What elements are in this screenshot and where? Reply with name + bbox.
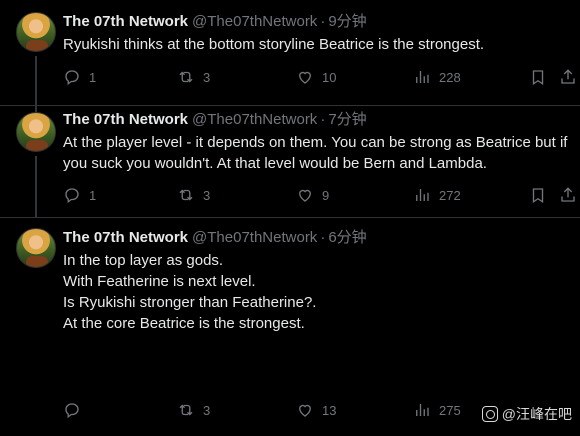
- heart-icon: [299, 189, 311, 202]
- reply-icon: [65, 403, 79, 419]
- like-button[interactable]: 13: [296, 401, 336, 419]
- views-count: 228: [439, 69, 461, 85]
- author-name[interactable]: The 07th Network: [63, 12, 188, 32]
- timestamp[interactable]: 9分钟: [328, 12, 366, 32]
- tweet-paragraph: In the top layer as gods.: [63, 252, 224, 269]
- author-handle[interactable]: @The07thNetwork: [192, 228, 317, 248]
- tweet-text: In the top layer as gods. With Featherin…: [63, 250, 570, 334]
- retweet-button[interactable]: 3: [177, 186, 210, 204]
- action-bar: 1 3 9 272: [63, 186, 580, 206]
- timestamp[interactable]: 7分钟: [328, 110, 366, 130]
- tweet-content: The 07th Network @The07thNetwork · 6分钟 I…: [63, 228, 570, 334]
- thread-line: [35, 156, 37, 218]
- reply-button[interactable]: 1: [63, 68, 96, 86]
- views-icon: [416, 404, 429, 416]
- share-icon: [561, 69, 575, 84]
- avatar[interactable]: [16, 12, 56, 52]
- watermark-text: @汪峰在吧: [501, 406, 572, 422]
- author-handle[interactable]: @The07thNetwork: [192, 12, 317, 32]
- heart-icon: [299, 404, 311, 417]
- tweet-text: At the player level - it depends on them…: [63, 132, 570, 174]
- views-button[interactable]: 272: [413, 186, 461, 204]
- views-icon: [416, 71, 429, 83]
- retweet-count: 3: [203, 187, 211, 203]
- tweet-2[interactable]: The 07th Network @The07thNetwork · 7分钟 A…: [0, 106, 580, 218]
- tweet-content: The 07th Network @The07thNetwork · 7分钟 A…: [63, 110, 570, 174]
- reply-icon: [65, 70, 79, 86]
- share-button[interactable]: [559, 68, 577, 86]
- reply-count: 1: [89, 187, 97, 203]
- tweet-paragraph: Ryukishi thinks at the bottom storyline …: [63, 36, 485, 53]
- tweet-header: The 07th Network @The07thNetwork · 9分钟: [63, 12, 570, 32]
- author-name[interactable]: The 07th Network: [63, 110, 188, 130]
- avatar[interactable]: [16, 228, 56, 268]
- retweet-icon: [179, 189, 193, 201]
- author-name[interactable]: The 07th Network: [63, 228, 188, 248]
- views-count: 272: [439, 187, 461, 203]
- retweet-count: 3: [203, 402, 211, 418]
- timestamp[interactable]: 6分钟: [328, 228, 366, 248]
- like-count: 9: [322, 187, 330, 203]
- tweet-header: The 07th Network @The07thNetwork · 6分钟: [63, 228, 570, 248]
- reply-icon: [65, 188, 79, 204]
- share-icon: [561, 187, 575, 202]
- separator-dot: ·: [320, 229, 326, 246]
- views-count: 275: [439, 402, 461, 418]
- views-button[interactable]: 275: [413, 401, 461, 419]
- separator-dot: ·: [320, 111, 326, 128]
- retweet-button[interactable]: 3: [177, 68, 210, 86]
- tweet-thread: The 07th Network @The07thNetwork · 9分钟 R…: [0, 0, 580, 436]
- reply-button[interactable]: 1: [63, 186, 96, 204]
- bookmark-icon: [532, 188, 544, 204]
- action-bar: 1 3 10 228: [63, 68, 580, 88]
- heart-icon: [299, 71, 311, 84]
- tweet-1[interactable]: The 07th Network @The07thNetwork · 9分钟 R…: [0, 0, 580, 106]
- avatar-column: [16, 112, 56, 152]
- bookmark-button[interactable]: [529, 186, 547, 204]
- tweet-paragraph: At the player level - it depends on them…: [63, 134, 568, 172]
- like-count: 10: [322, 69, 337, 85]
- tweet-content: The 07th Network @The07thNetwork · 9分钟 R…: [63, 12, 570, 55]
- tweet-paragraph: At the core Beatrice is the strongest.: [63, 315, 305, 332]
- tweet-text: Ryukishi thinks at the bottom storyline …: [63, 34, 570, 55]
- bookmark-button[interactable]: [529, 68, 547, 86]
- reply-count: 1: [89, 69, 97, 85]
- watermark: @汪峰在吧: [481, 404, 572, 424]
- bookmark-icon: [532, 70, 544, 86]
- reply-button[interactable]: [63, 401, 89, 419]
- retweet-button[interactable]: 3: [177, 401, 210, 419]
- avatar-column: [16, 228, 56, 268]
- retweet-icon: [179, 71, 193, 83]
- retweet-count: 3: [203, 69, 211, 85]
- retweet-icon: [179, 404, 193, 416]
- tweet-paragraph: With Featherine is next level.: [63, 273, 256, 290]
- avatar-column: [16, 12, 56, 52]
- views-icon: [416, 189, 429, 201]
- author-handle[interactable]: @The07thNetwork: [192, 110, 317, 130]
- avatar[interactable]: [16, 112, 56, 152]
- share-button[interactable]: [559, 186, 577, 204]
- like-button[interactable]: 10: [296, 68, 336, 86]
- thread-line: [35, 56, 37, 106]
- separator-dot: ·: [320, 13, 326, 30]
- watermark-logo-icon: [481, 406, 498, 422]
- tweet-header: The 07th Network @The07thNetwork · 7分钟: [63, 110, 570, 130]
- like-button[interactable]: 9: [296, 186, 329, 204]
- tweet-paragraph: Is Ryukishi stronger than Featherine?.: [63, 294, 317, 311]
- views-button[interactable]: 228: [413, 68, 461, 86]
- like-count: 13: [322, 402, 337, 418]
